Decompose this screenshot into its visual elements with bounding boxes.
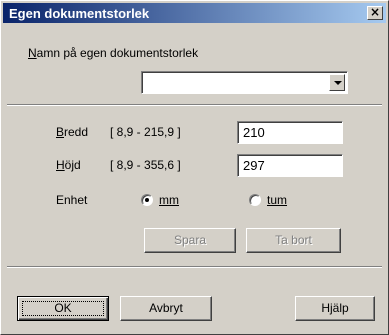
save-button[interactable]: Spara [144,228,236,253]
radio-tum[interactable] [249,194,261,206]
name-combobox[interactable] [141,71,348,94]
width-input-value: 210 [243,125,265,140]
dialog-title: Egen dokumentstorlek [9,6,150,21]
width-label-accel: B [56,125,65,139]
width-input[interactable]: 210 [237,121,343,144]
help-button[interactable]: Hjälp [295,296,375,321]
ok-button[interactable]: OK [17,296,109,321]
title-bar[interactable]: Egen dokumentstorlek × [3,3,386,23]
name-label-accel: N [28,46,37,60]
close-icon[interactable]: × [367,6,383,20]
remove-button[interactable]: Ta bort [246,228,341,253]
name-label-text: amn på egen dokumentstorlek [36,46,199,60]
custom-paper-size-dialog: Egen dokumentstorlek × Namn på egen doku… [0,0,389,335]
separator-bottom [7,266,382,268]
radio-mm-label[interactable]: mm [159,193,179,207]
radio-mm[interactable] [141,194,153,206]
separator-top [7,104,382,106]
radio-tum-label-text: tum [267,193,288,207]
radio-mm-label-text: mm [159,193,179,207]
height-input[interactable]: 297 [237,154,343,177]
radio-tum-label[interactable]: tum [267,193,287,207]
width-range: [ 8,9 - 215,9 ] [110,125,181,139]
width-label-text: redd [64,125,89,139]
name-label: Namn på egen dokumentstorlek [28,46,198,60]
height-label-text: öjd [64,158,81,172]
chevron-down-icon[interactable] [329,74,345,91]
height-range: [ 8,9 - 355,6 ] [110,158,181,172]
unit-label: Enhet [56,193,88,207]
height-input-value: 297 [243,158,265,173]
focus-rect [22,301,104,316]
height-label: Höjd [56,158,81,172]
cancel-button[interactable]: Avbryt [120,296,212,321]
width-label: Bredd [56,125,88,139]
height-label-accel: H [56,158,65,172]
